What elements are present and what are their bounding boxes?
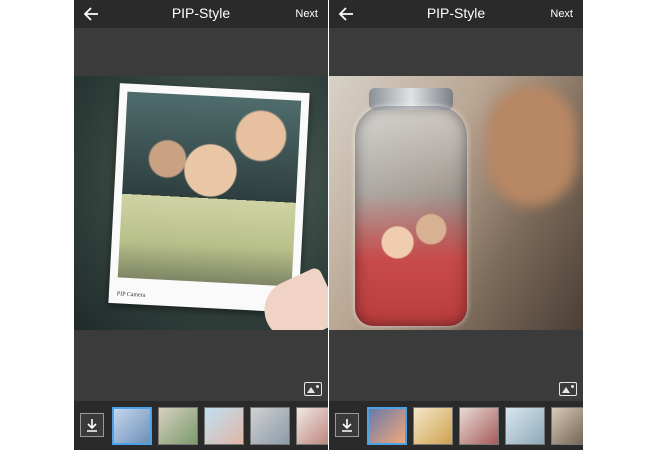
thumbnail-frame-square-couple[interactable] bbox=[250, 407, 290, 445]
gallery-icon[interactable] bbox=[559, 382, 577, 396]
download-button[interactable] bbox=[80, 413, 104, 437]
frame-thumbnail-strip[interactable] bbox=[74, 401, 328, 450]
right-screen: PIP-Style Next bbox=[329, 0, 583, 450]
gallery-icon[interactable] bbox=[304, 382, 322, 396]
bottle-frame-couple-photo bbox=[355, 106, 467, 326]
next-button[interactable]: Next bbox=[295, 8, 318, 20]
thumbnail-frame-glass-drink[interactable] bbox=[413, 407, 453, 445]
thumbnail-frame-film-strip[interactable] bbox=[551, 407, 583, 445]
download-icon bbox=[87, 419, 97, 432]
download-button[interactable] bbox=[335, 413, 359, 437]
preview-canvas[interactable]: PIP Camera bbox=[74, 76, 328, 330]
thumbnail-frame-white-border[interactable] bbox=[296, 407, 328, 445]
app-bar: PIP-Style Next bbox=[74, 0, 328, 28]
polaroid-frame: PIP Camera bbox=[108, 83, 310, 313]
thumbnail-frame-heart-beach[interactable] bbox=[204, 407, 244, 445]
thumbnail-frame-light-bulb[interactable] bbox=[505, 407, 545, 445]
thumbnail-frame-circle-flowers[interactable] bbox=[158, 407, 198, 445]
thumbnail-frame-bottle[interactable] bbox=[367, 407, 407, 445]
photo-selfie-women bbox=[117, 91, 302, 287]
left-screen: PIP-Style Next PIP Camera bbox=[74, 0, 328, 450]
download-icon bbox=[342, 419, 352, 432]
background-blur-face bbox=[487, 86, 577, 206]
app-bar: PIP-Style Next bbox=[329, 0, 583, 28]
preview-canvas[interactable] bbox=[329, 76, 583, 330]
thumbnail-frame-heart-locket[interactable] bbox=[459, 407, 499, 445]
thumbnail-frame-polaroid[interactable] bbox=[112, 407, 152, 445]
page-title: PIP-Style bbox=[171, 5, 231, 21]
next-button[interactable]: Next bbox=[550, 8, 573, 20]
photo-caption: PIP Camera bbox=[116, 291, 146, 299]
frame-thumbnail-strip[interactable] bbox=[329, 401, 583, 450]
page-title: PIP-Style bbox=[426, 5, 486, 21]
